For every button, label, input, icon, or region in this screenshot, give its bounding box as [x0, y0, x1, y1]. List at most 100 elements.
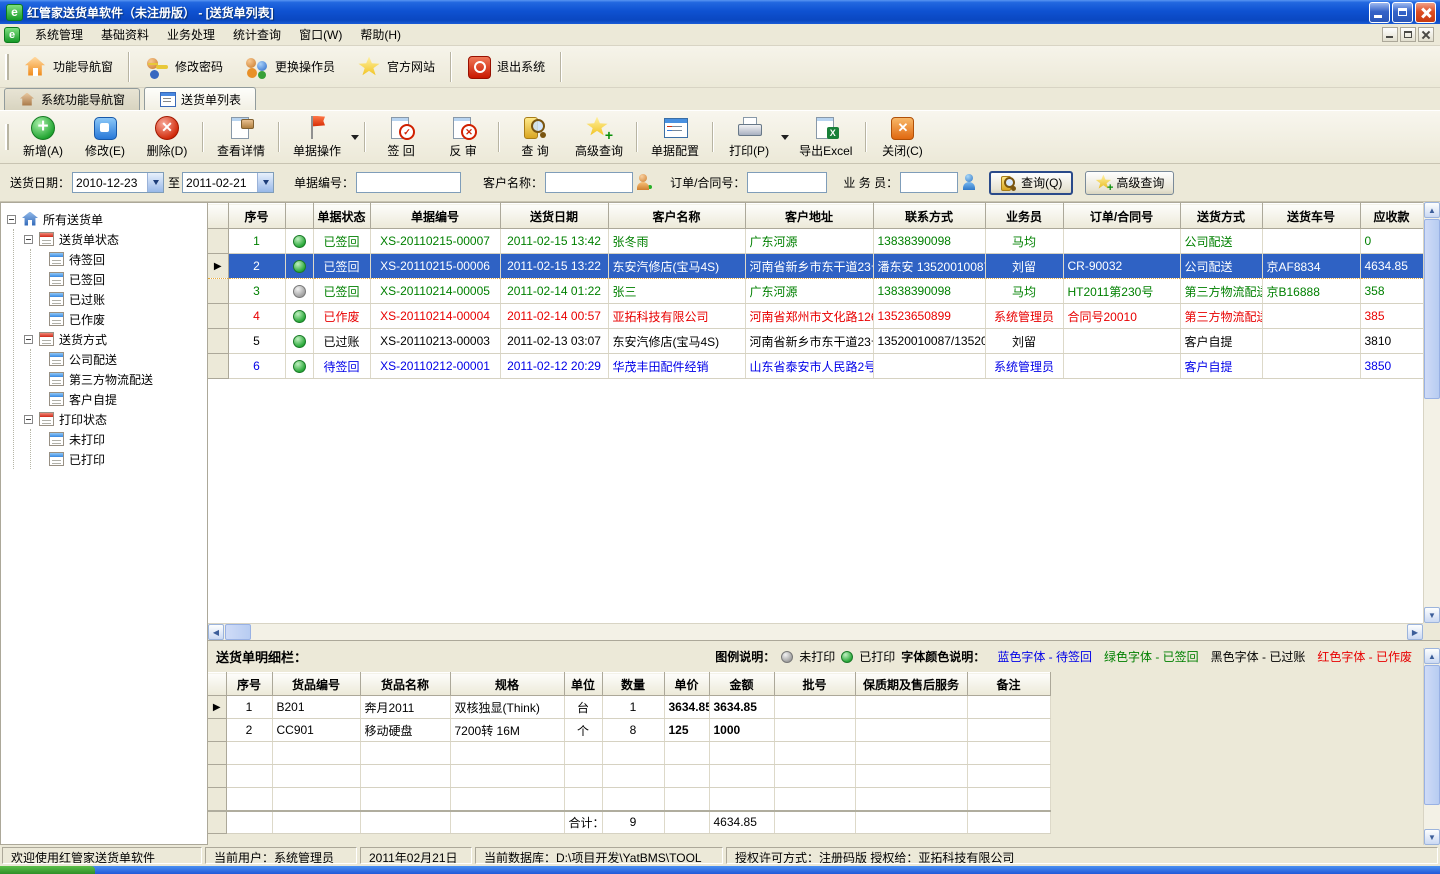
menu-item[interactable]: 帮助(H): [351, 23, 410, 46]
tree-leaf[interactable]: 未打印: [31, 429, 207, 449]
nav-home-button[interactable]: 功能导航窗: [12, 51, 124, 83]
scroll-up-button[interactable]: ▲: [1424, 648, 1440, 664]
edit-button[interactable]: 修改(E): [74, 113, 136, 162]
toolbar-query-button[interactable]: 查 询: [504, 113, 566, 162]
order-no-input[interactable]: [356, 172, 461, 193]
orders-row[interactable]: 3已签回XS-20110214-000052011-02-14 01:22张三广…: [208, 279, 1423, 304]
tree-leaf[interactable]: 待签回: [31, 249, 207, 269]
contract-input[interactable]: [747, 172, 827, 193]
orders-row[interactable]: 6待签回XS-20110212-000012011-02-12 20:29华茂丰…: [208, 354, 1423, 379]
tree-leaf[interactable]: 公司配送: [31, 349, 207, 369]
scroll-left-button[interactable]: ◀: [208, 624, 224, 640]
menu-item[interactable]: 基础资料: [92, 23, 158, 46]
menu-item[interactable]: 系统管理: [26, 23, 92, 46]
salesman-picker-icon[interactable]: [961, 174, 977, 191]
detail-column-header[interactable]: 保质期及售后服务: [855, 673, 967, 696]
print-button[interactable]: 打印(P): [718, 113, 780, 162]
detail-column-header[interactable]: [208, 673, 226, 696]
date-from-dropdown-button[interactable]: [147, 173, 163, 192]
restore-button[interactable]: [1392, 2, 1413, 23]
orders-column-header[interactable]: 应收款: [1360, 204, 1423, 229]
export-excel-button[interactable]: 导出Excel: [790, 113, 861, 162]
orders-column-header[interactable]: 业务员: [985, 204, 1063, 229]
change-password-button[interactable]: 修改密码: [134, 51, 234, 83]
date-from-combo[interactable]: 2010-12-23: [72, 172, 164, 193]
orders-row[interactable]: 5已过账XS-20110213-000032011-02-13 03:07东安汽…: [208, 329, 1423, 354]
toolbar-advanced-query-button[interactable]: 高级查询: [566, 113, 632, 162]
delete-button[interactable]: 删除(D): [136, 113, 198, 162]
detail-row[interactable]: 2CC901移动硬盘7200转 16M个81251000: [208, 719, 1050, 742]
detail-empty-row[interactable]: [208, 742, 1050, 765]
scroll-up-button[interactable]: ▲: [1424, 202, 1440, 218]
tree-expand-toggle[interactable]: [7, 215, 16, 224]
detail-column-header[interactable]: 单位: [564, 673, 602, 696]
filter-query-button[interactable]: 查询(Q): [989, 171, 1073, 195]
scroll-thumb[interactable]: [1424, 219, 1440, 399]
detail-empty-row[interactable]: [208, 788, 1050, 811]
orders-column-header[interactable]: [285, 204, 313, 229]
detail-column-header[interactable]: 货品编号: [272, 673, 360, 696]
detail-column-header[interactable]: 序号: [226, 673, 272, 696]
salesman-input[interactable]: [900, 172, 958, 193]
tree-expand-toggle[interactable]: [24, 415, 33, 424]
detail-column-header[interactable]: 批号: [774, 673, 855, 696]
orders-column-header[interactable]: 联系方式: [873, 204, 985, 229]
detail-empty-row[interactable]: [208, 765, 1050, 788]
switch-operator-button[interactable]: 更换操作员: [234, 51, 346, 83]
orders-column-header[interactable]: 送货日期: [500, 204, 608, 229]
close-window-button[interactable]: [1415, 2, 1436, 23]
tree-leaf[interactable]: 第三方物流配送: [31, 369, 207, 389]
orders-column-header[interactable]: 序号: [228, 204, 285, 229]
official-website-button[interactable]: 官方网站: [346, 51, 446, 83]
menu-item[interactable]: 业务处理: [158, 23, 224, 46]
tree-leaf[interactable]: 客户自提: [31, 389, 207, 409]
tree-group[interactable]: 送货单状态: [14, 229, 207, 249]
scroll-thumb[interactable]: [225, 624, 251, 640]
detail-column-header[interactable]: 备注: [967, 673, 1050, 696]
mdi-minimize-button[interactable]: [1382, 27, 1398, 42]
mdi-restore-button[interactable]: [1400, 27, 1416, 42]
tree-leaf[interactable]: 已打印: [31, 449, 207, 469]
scroll-right-button[interactable]: ▶: [1407, 624, 1423, 640]
orders-column-header[interactable]: 订单/合同号: [1063, 204, 1180, 229]
doc-config-button[interactable]: 单据配置: [642, 113, 708, 162]
tree-root[interactable]: 所有送货单: [1, 209, 207, 229]
reverse-audit-button[interactable]: 反 审: [432, 113, 494, 162]
tab-delivery-list[interactable]: 送货单列表: [144, 87, 256, 110]
detail-row[interactable]: ▶1B201奔月2011双核独显(Think)台13634.853634.85: [208, 696, 1050, 719]
date-to-dropdown-button[interactable]: [257, 173, 273, 192]
menu-item[interactable]: 窗口(W): [290, 23, 351, 46]
tab-nav-window[interactable]: 系统功能导航窗: [4, 88, 140, 110]
orders-vertical-scrollbar[interactable]: ▲ ▼: [1423, 202, 1440, 623]
tree-leaf[interactable]: 已作废: [31, 309, 207, 329]
scroll-thumb[interactable]: [1424, 665, 1440, 805]
orders-column-header[interactable]: [208, 204, 228, 229]
detail-column-header[interactable]: 货品名称: [360, 673, 450, 696]
orders-column-header[interactable]: 客户地址: [745, 204, 873, 229]
orders-row[interactable]: ▶2已签回XS-20110215-000062011-02-15 13:22东安…: [208, 254, 1423, 279]
exit-system-button[interactable]: 退出系统: [456, 51, 556, 83]
orders-column-header[interactable]: 单据编号: [370, 204, 500, 229]
orders-column-header[interactable]: 单据状态: [313, 204, 370, 229]
detail-column-header[interactable]: 金额: [709, 673, 774, 696]
customer-input[interactable]: [545, 172, 633, 193]
orders-column-header[interactable]: 送货方式: [1180, 204, 1262, 229]
tree-group[interactable]: 送货方式: [14, 329, 207, 349]
detail-vertical-scrollbar[interactable]: ▲ ▼: [1423, 648, 1440, 845]
minimize-button[interactable]: [1369, 2, 1390, 23]
tree-group[interactable]: 打印状态: [14, 409, 207, 429]
tree-expand-toggle[interactable]: [24, 335, 33, 344]
start-button-fragment[interactable]: [0, 866, 95, 874]
detail-column-header[interactable]: 单价: [664, 673, 709, 696]
doc-actions-button[interactable]: 单据操作: [284, 113, 350, 162]
orders-row[interactable]: 1已签回XS-20110215-000072011-02-15 13:42张冬雨…: [208, 229, 1423, 254]
view-detail-button[interactable]: 查看详情: [208, 113, 274, 162]
print-button-dropdown[interactable]: [780, 113, 790, 162]
detail-column-header[interactable]: 数量: [602, 673, 664, 696]
mdi-close-button[interactable]: [1418, 27, 1434, 42]
sign-back-button[interactable]: 签 回: [370, 113, 432, 162]
orders-column-header[interactable]: 客户名称: [608, 204, 745, 229]
scroll-down-button[interactable]: ▼: [1424, 829, 1440, 845]
scroll-down-button[interactable]: ▼: [1424, 607, 1440, 623]
close-view-button[interactable]: 关闭(C): [871, 113, 933, 162]
